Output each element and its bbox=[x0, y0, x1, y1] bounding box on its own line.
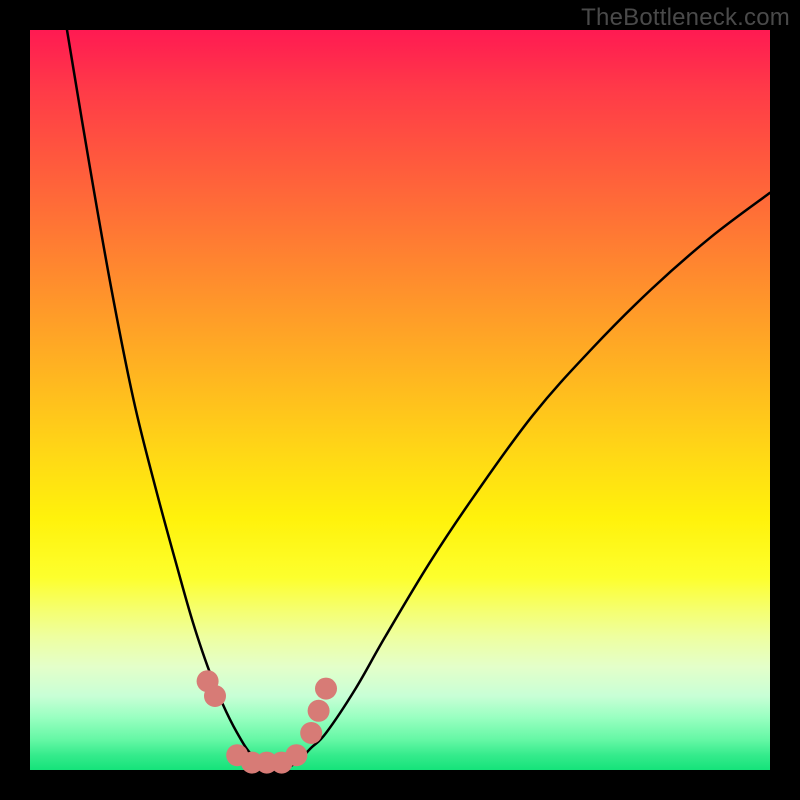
curve-layer bbox=[67, 30, 770, 770]
curve-right-branch bbox=[282, 193, 770, 770]
chart-plot-area bbox=[30, 30, 770, 770]
marker-point-9 bbox=[315, 678, 337, 700]
marker-layer bbox=[197, 670, 337, 773]
marker-point-1 bbox=[204, 685, 226, 707]
watermark-text: TheBottleneck.com bbox=[581, 4, 790, 32]
curve-left-branch bbox=[67, 30, 282, 770]
marker-point-8 bbox=[308, 700, 330, 722]
chart-frame: TheBottleneck.com bbox=[0, 0, 800, 800]
marker-point-6 bbox=[285, 744, 307, 766]
chart-svg bbox=[30, 30, 770, 770]
marker-point-7 bbox=[300, 722, 322, 744]
